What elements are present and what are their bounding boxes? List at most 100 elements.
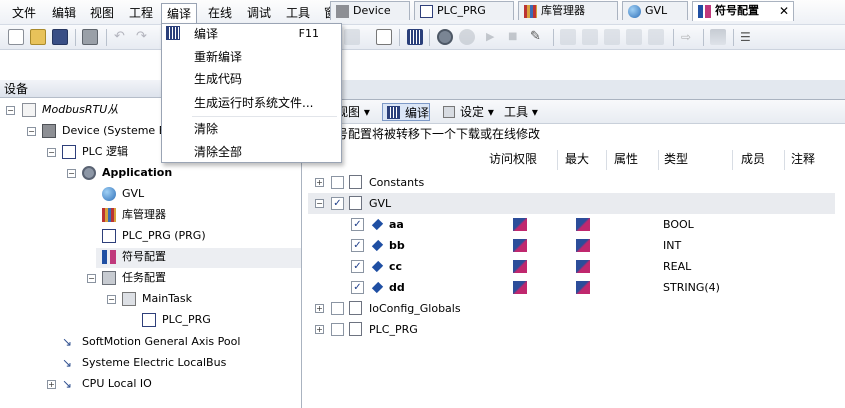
tab-gvl[interactable]: GVL: [622, 1, 688, 20]
collapse-toggle-gvl[interactable]: −: [315, 199, 324, 208]
access-read-write-icon[interactable]: [513, 260, 527, 273]
undo-icon[interactable]: ↶: [114, 29, 130, 45]
checkbox-dd[interactable]: ✓: [351, 281, 364, 294]
forward-icon[interactable]: ⇨: [681, 29, 697, 45]
menu-item-rebuild[interactable]: 重新编译: [162, 47, 341, 67]
column-members[interactable]: 成员: [741, 148, 765, 170]
variable-row-aa[interactable]: ✓ aa BOOL: [308, 214, 835, 235]
menu-tools[interactable]: 工具: [284, 5, 312, 21]
close-tab-icon[interactable]: ✕: [779, 2, 789, 20]
tree-item-symbol-config[interactable]: 符号配置: [102, 247, 252, 267]
menu-item-generate-code[interactable]: 生成代码: [162, 69, 341, 89]
tree-item-task-plc-prg[interactable]: PLC_PRG: [142, 310, 272, 330]
redo-icon[interactable]: ↷: [136, 29, 152, 45]
save-icon[interactable]: [52, 29, 68, 45]
collapse-toggle-maintask[interactable]: −: [107, 295, 116, 304]
checkbox-aa[interactable]: ✓: [351, 218, 364, 231]
menu-build[interactable]: 编译: [161, 3, 198, 23]
tree-item-task-config[interactable]: 任务配置: [102, 268, 252, 288]
collapse-toggle-root[interactable]: −: [6, 106, 15, 115]
column-maximum[interactable]: 最大: [565, 148, 589, 170]
expand-toggle-constants[interactable]: +: [315, 178, 324, 187]
print-icon[interactable]: [82, 29, 98, 45]
expand-toggle-plc-prg[interactable]: +: [315, 325, 324, 334]
stop-icon[interactable]: ■: [508, 29, 524, 45]
menu-online[interactable]: 在线: [206, 5, 234, 21]
folder-doc-icon: [349, 301, 362, 315]
collapse-toggle-device[interactable]: −: [27, 127, 36, 136]
column-attribute[interactable]: 属性: [614, 148, 638, 170]
compile-button[interactable]: 编译: [382, 103, 431, 121]
checkbox-plc-prg[interactable]: [331, 323, 344, 336]
build-icon[interactable]: [407, 29, 423, 45]
tree-item-cpu-local-io[interactable]: ↘ CPU Local IO: [62, 374, 292, 394]
step-out-icon[interactable]: [604, 29, 620, 45]
expand-toggle-ioconfig[interactable]: +: [315, 304, 324, 313]
reset-tool-icon[interactable]: ✎: [530, 29, 546, 45]
max-read-write-icon: [576, 260, 590, 273]
menu-debug[interactable]: 调试: [245, 5, 273, 21]
breakpoint-icon[interactable]: [626, 29, 642, 45]
menu-item-clean[interactable]: 清除: [162, 119, 341, 139]
settings-dropdown[interactable]: 设定 ▾: [440, 103, 494, 121]
checkbox-ioconfig-globals[interactable]: [331, 302, 344, 315]
toggle-breakpoint-icon[interactable]: [648, 29, 664, 45]
step-icon[interactable]: [560, 29, 576, 45]
tab-library-manager[interactable]: 库管理器: [518, 1, 618, 20]
checkbox-gvl[interactable]: ✓: [331, 197, 344, 210]
access-read-write-icon[interactable]: [513, 281, 527, 294]
group-row-gvl[interactable]: − ✓ GVL: [308, 193, 835, 214]
force-values-icon[interactable]: [710, 29, 726, 45]
tab-symbol-config[interactable]: 符号配置 ✕: [692, 1, 794, 21]
paste-icon[interactable]: [376, 29, 392, 45]
max-read-write-icon: [576, 218, 590, 231]
tree-item-library-manager[interactable]: 库管理器: [102, 205, 252, 225]
group-row-constants[interactable]: + Constants: [308, 172, 835, 193]
menu-item-generate-runtime-files[interactable]: 生成运行时系统文件...: [162, 93, 341, 113]
tools-dropdown[interactable]: 工具 ▾: [500, 103, 538, 121]
menu-item-build[interactable]: 编译 F11: [162, 24, 341, 44]
tree-item-softmotion-pool[interactable]: ↘ SoftMotion General Axis Pool: [62, 332, 292, 352]
collapse-toggle-application[interactable]: −: [67, 169, 76, 178]
tab-device[interactable]: Device: [330, 1, 410, 20]
checkbox-bb[interactable]: ✓: [351, 239, 364, 252]
menu-view[interactable]: 视图: [88, 5, 116, 21]
login-gear-icon[interactable]: [437, 29, 453, 45]
access-read-write-icon[interactable]: [513, 218, 527, 231]
menu-project[interactable]: 工程: [127, 5, 155, 21]
menu-file[interactable]: 文件: [10, 5, 38, 21]
logout-gear-icon[interactable]: [459, 29, 475, 45]
tree-item-localbus[interactable]: ↘ Systeme Electric LocalBus: [62, 353, 292, 373]
run-icon[interactable]: ▶: [486, 29, 502, 45]
column-comment[interactable]: 注释: [791, 148, 815, 170]
tab-plc-prg[interactable]: PLC_PRG: [414, 1, 514, 20]
variable-row-dd[interactable]: ✓ dd STRING(4): [308, 277, 835, 298]
copy-icon[interactable]: [344, 29, 360, 45]
checkbox-constants[interactable]: [331, 176, 344, 189]
symbol-editor-toolbar: 视图 ▾ 编译 设定 ▾ 工具 ▾: [302, 100, 845, 124]
library-tab-icon: [524, 5, 537, 18]
variable-row-cc[interactable]: ✓ cc REAL: [308, 256, 835, 277]
variable-row-bb[interactable]: ✓ bb INT: [308, 235, 835, 256]
collapse-toggle-plc-logic[interactable]: −: [47, 148, 56, 157]
tree-item-maintask[interactable]: MainTask: [122, 289, 272, 309]
group-row-plc-prg[interactable]: + PLC_PRG: [308, 319, 835, 340]
tree-item-application[interactable]: Application: [82, 163, 282, 183]
menu-item-clean-all[interactable]: 清除全部: [162, 142, 341, 162]
step-into-icon[interactable]: [582, 29, 598, 45]
tree-item-plc-prg[interactable]: PLC_PRG (PRG): [102, 226, 252, 246]
column-type[interactable]: 类型: [664, 148, 688, 170]
access-read-write-icon[interactable]: [513, 239, 527, 252]
menu-edit[interactable]: 编辑: [50, 5, 78, 21]
new-file-icon[interactable]: [8, 29, 24, 45]
checkbox-cc[interactable]: ✓: [351, 260, 364, 273]
open-folder-icon[interactable]: [30, 29, 46, 45]
collapse-toggle-task-config[interactable]: −: [87, 274, 96, 283]
options-icon[interactable]: ☰: [740, 29, 756, 45]
group-row-ioconfig-globals[interactable]: + IoConfig_Globals: [308, 298, 835, 319]
shortcut-label: F11: [298, 27, 319, 40]
editor-tab-strip: [302, 80, 845, 100]
column-access-rights[interactable]: 访问权限: [489, 148, 537, 170]
tree-item-gvl[interactable]: GVL: [102, 184, 252, 204]
expand-toggle-local-io[interactable]: +: [47, 380, 56, 389]
